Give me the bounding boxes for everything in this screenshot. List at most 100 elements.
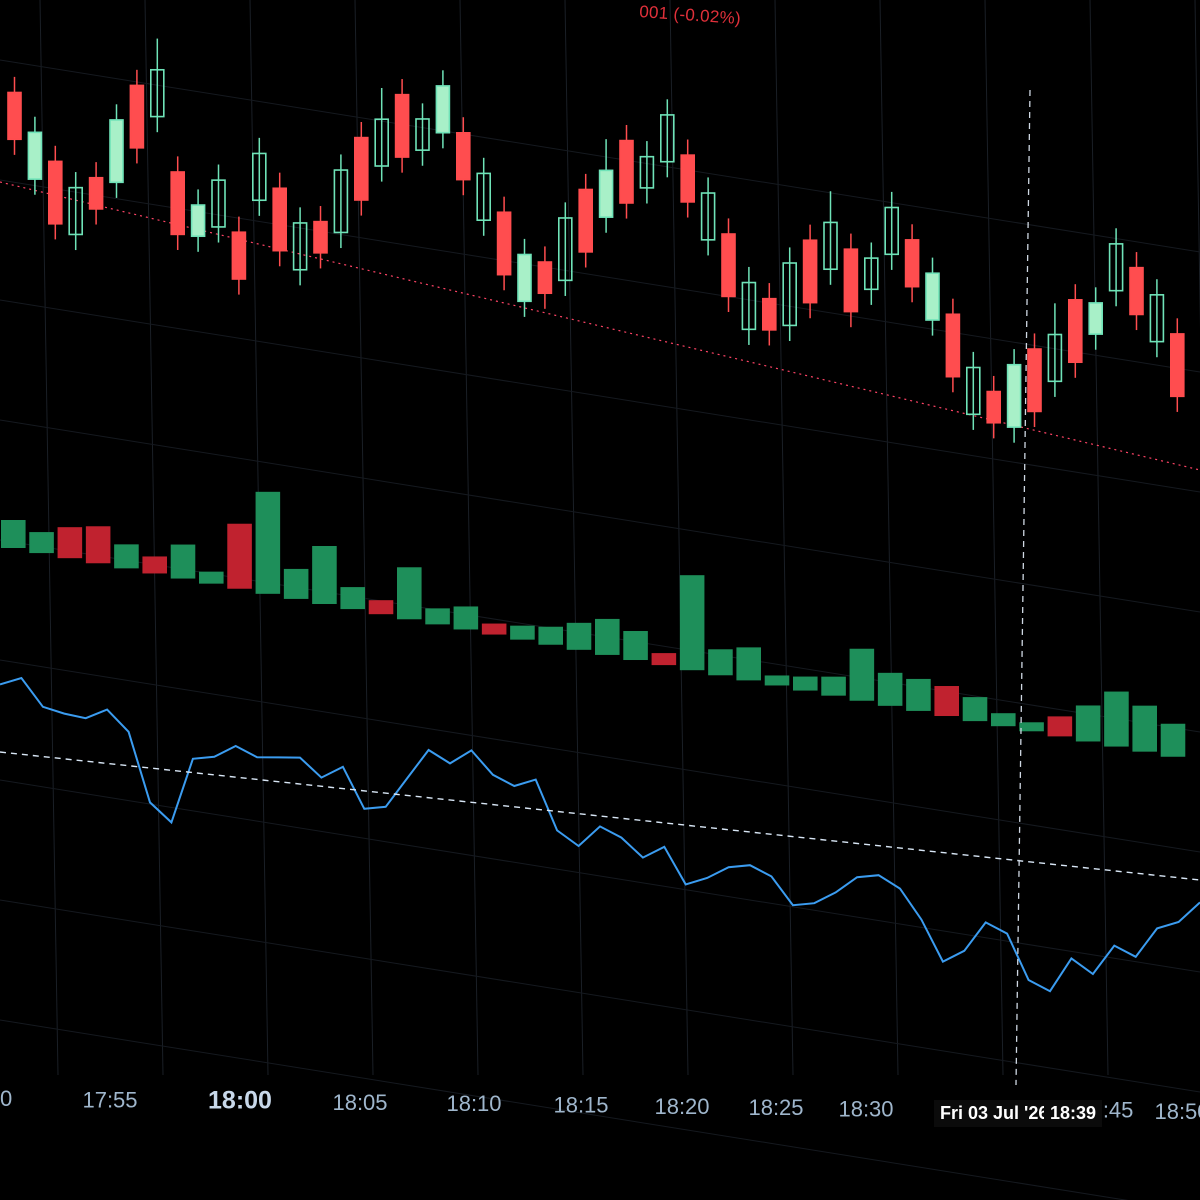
volume-bars[interactable] <box>1 491 1186 757</box>
volume-bar-up[interactable] <box>821 676 846 696</box>
volume-bar-down[interactable] <box>57 527 83 559</box>
volume-bar-down[interactable] <box>934 686 959 717</box>
candle-down[interactable] <box>904 239 920 288</box>
volume-bar-up[interactable] <box>397 567 422 620</box>
volume-bar-up[interactable] <box>1075 705 1101 742</box>
candle-up[interactable] <box>435 85 451 134</box>
volume-bar-up[interactable] <box>425 608 450 625</box>
time-axis-tick-label: 18:50 <box>1154 1099 1200 1124</box>
candle-up[interactable] <box>598 169 614 218</box>
time-axis-tick-label: 18:25 <box>748 1095 803 1120</box>
candle-up[interactable] <box>517 253 532 303</box>
candle-down[interactable] <box>619 139 634 204</box>
volume-bar-up[interactable] <box>708 649 733 676</box>
volume-bar-up[interactable] <box>736 647 761 681</box>
candle-down[interactable] <box>170 171 185 236</box>
crosshair-time-label: 18:39 <box>1044 1100 1103 1127</box>
candle-down[interactable] <box>88 176 104 210</box>
volume-bar-up[interactable] <box>679 575 705 671</box>
candle-down[interactable] <box>129 84 145 149</box>
volume-bar-down[interactable] <box>85 526 111 564</box>
candle-down[interactable] <box>761 297 777 331</box>
volume-bar-up[interactable] <box>1160 723 1186 757</box>
volume-bar-up[interactable] <box>1019 722 1044 732</box>
candle-up[interactable] <box>109 119 124 184</box>
volume-bar-down[interactable] <box>368 600 394 615</box>
volume-bar-up[interactable] <box>29 532 54 554</box>
candle-up[interactable] <box>1088 302 1103 335</box>
volume-bar-up[interactable] <box>1132 705 1157 752</box>
volume-bar-up[interactable] <box>566 622 592 650</box>
candle-down[interactable] <box>455 132 471 181</box>
candle-down[interactable] <box>7 91 22 141</box>
time-axis-tick-label: 18:05 <box>332 1090 387 1115</box>
volume-bar-up[interactable] <box>283 568 309 599</box>
volume-bar-up[interactable] <box>623 631 648 661</box>
volume-bar-up[interactable] <box>1104 691 1129 747</box>
candle-down[interactable] <box>394 93 410 158</box>
volume-bar-up[interactable] <box>114 544 139 569</box>
volume-bar-down[interactable] <box>142 556 167 574</box>
volume-bar-up[interactable] <box>199 571 224 584</box>
grid-line-horizontal <box>0 659 1200 853</box>
candle-down[interactable] <box>680 154 696 203</box>
volume-bar-up[interactable] <box>991 713 1016 727</box>
candle-up[interactable] <box>190 204 206 238</box>
candle-down[interactable] <box>537 261 553 295</box>
candle-down[interactable] <box>313 220 328 254</box>
crosshair <box>1015 89 1031 1086</box>
candle-up[interactable] <box>27 131 43 180</box>
grid-line-vertical <box>984 0 1004 1076</box>
volume-bar-up[interactable] <box>538 626 563 645</box>
candle-up[interactable] <box>1006 363 1022 428</box>
grid-line-vertical <box>564 0 584 1076</box>
volume-bar-up[interactable] <box>764 675 790 686</box>
time-axis-tick-label: 18:30 <box>838 1096 893 1121</box>
candle-down[interactable] <box>945 313 961 378</box>
volume-bar-up[interactable] <box>849 648 875 701</box>
volume-bar-up[interactable] <box>1 520 26 548</box>
chart-canvas[interactable]: 0 17:55 18:00 18:05 18:10 18:15 18:20 18:25 18:3… <box>0 0 1200 1200</box>
volume-bar-down[interactable] <box>227 523 252 589</box>
volume-bar-up[interactable] <box>170 544 196 579</box>
volume-bar-up[interactable] <box>595 618 620 655</box>
volume-bar-up[interactable] <box>312 546 337 605</box>
candle-down[interactable] <box>353 136 369 201</box>
volume-bar-up[interactable] <box>906 678 931 711</box>
crosshair-vertical-line <box>1015 89 1031 1086</box>
grid-line-vertical <box>144 0 164 1076</box>
candle-down[interactable] <box>1068 299 1083 364</box>
candle-down[interactable] <box>272 187 288 252</box>
crosshair-date-label: Fri 03 Jul '26 <box>934 1100 1055 1127</box>
volume-bar-up[interactable] <box>453 606 479 630</box>
candle-down[interactable] <box>231 231 247 280</box>
grid-line-vertical <box>1089 0 1109 1076</box>
volume-bar-up[interactable] <box>793 676 818 691</box>
volume-bar-up[interactable] <box>510 625 535 640</box>
candle-down[interactable] <box>1027 348 1042 413</box>
candle-down[interactable] <box>843 248 859 313</box>
volume-bar-down[interactable] <box>1047 716 1073 737</box>
candle-down[interactable] <box>802 239 818 304</box>
time-axis-tick-label: 18:20 <box>654 1094 709 1119</box>
candle-down[interactable] <box>1170 333 1185 398</box>
candle-down[interactable] <box>496 211 512 276</box>
trading-chart[interactable]: 0 17:55 18:00 18:05 18:10 18:15 18:20 18:25 18:3… <box>0 0 1200 1200</box>
volume-bar-up[interactable] <box>340 587 365 610</box>
volume-bar-down[interactable] <box>651 653 677 666</box>
time-axis-tick-label: 18:10 <box>446 1091 501 1116</box>
volume-bar-up[interactable] <box>962 697 988 722</box>
candle-up[interactable] <box>925 272 940 321</box>
candle-down[interactable] <box>578 188 594 253</box>
candlestick-series[interactable] <box>7 38 1185 443</box>
grid-line-horizontal <box>0 419 1200 613</box>
candle-down[interactable] <box>986 390 1002 424</box>
candle-down[interactable] <box>721 233 736 298</box>
candle-down[interactable] <box>47 160 63 225</box>
candle-down[interactable] <box>1129 266 1144 316</box>
grid-line-horizontal <box>0 899 1200 1093</box>
volume-bar-up[interactable] <box>255 491 281 594</box>
volume-bar-down[interactable] <box>481 623 507 635</box>
volume-bar-up[interactable] <box>877 672 903 706</box>
time-axis-tick-label: 17:55 <box>82 1087 137 1112</box>
